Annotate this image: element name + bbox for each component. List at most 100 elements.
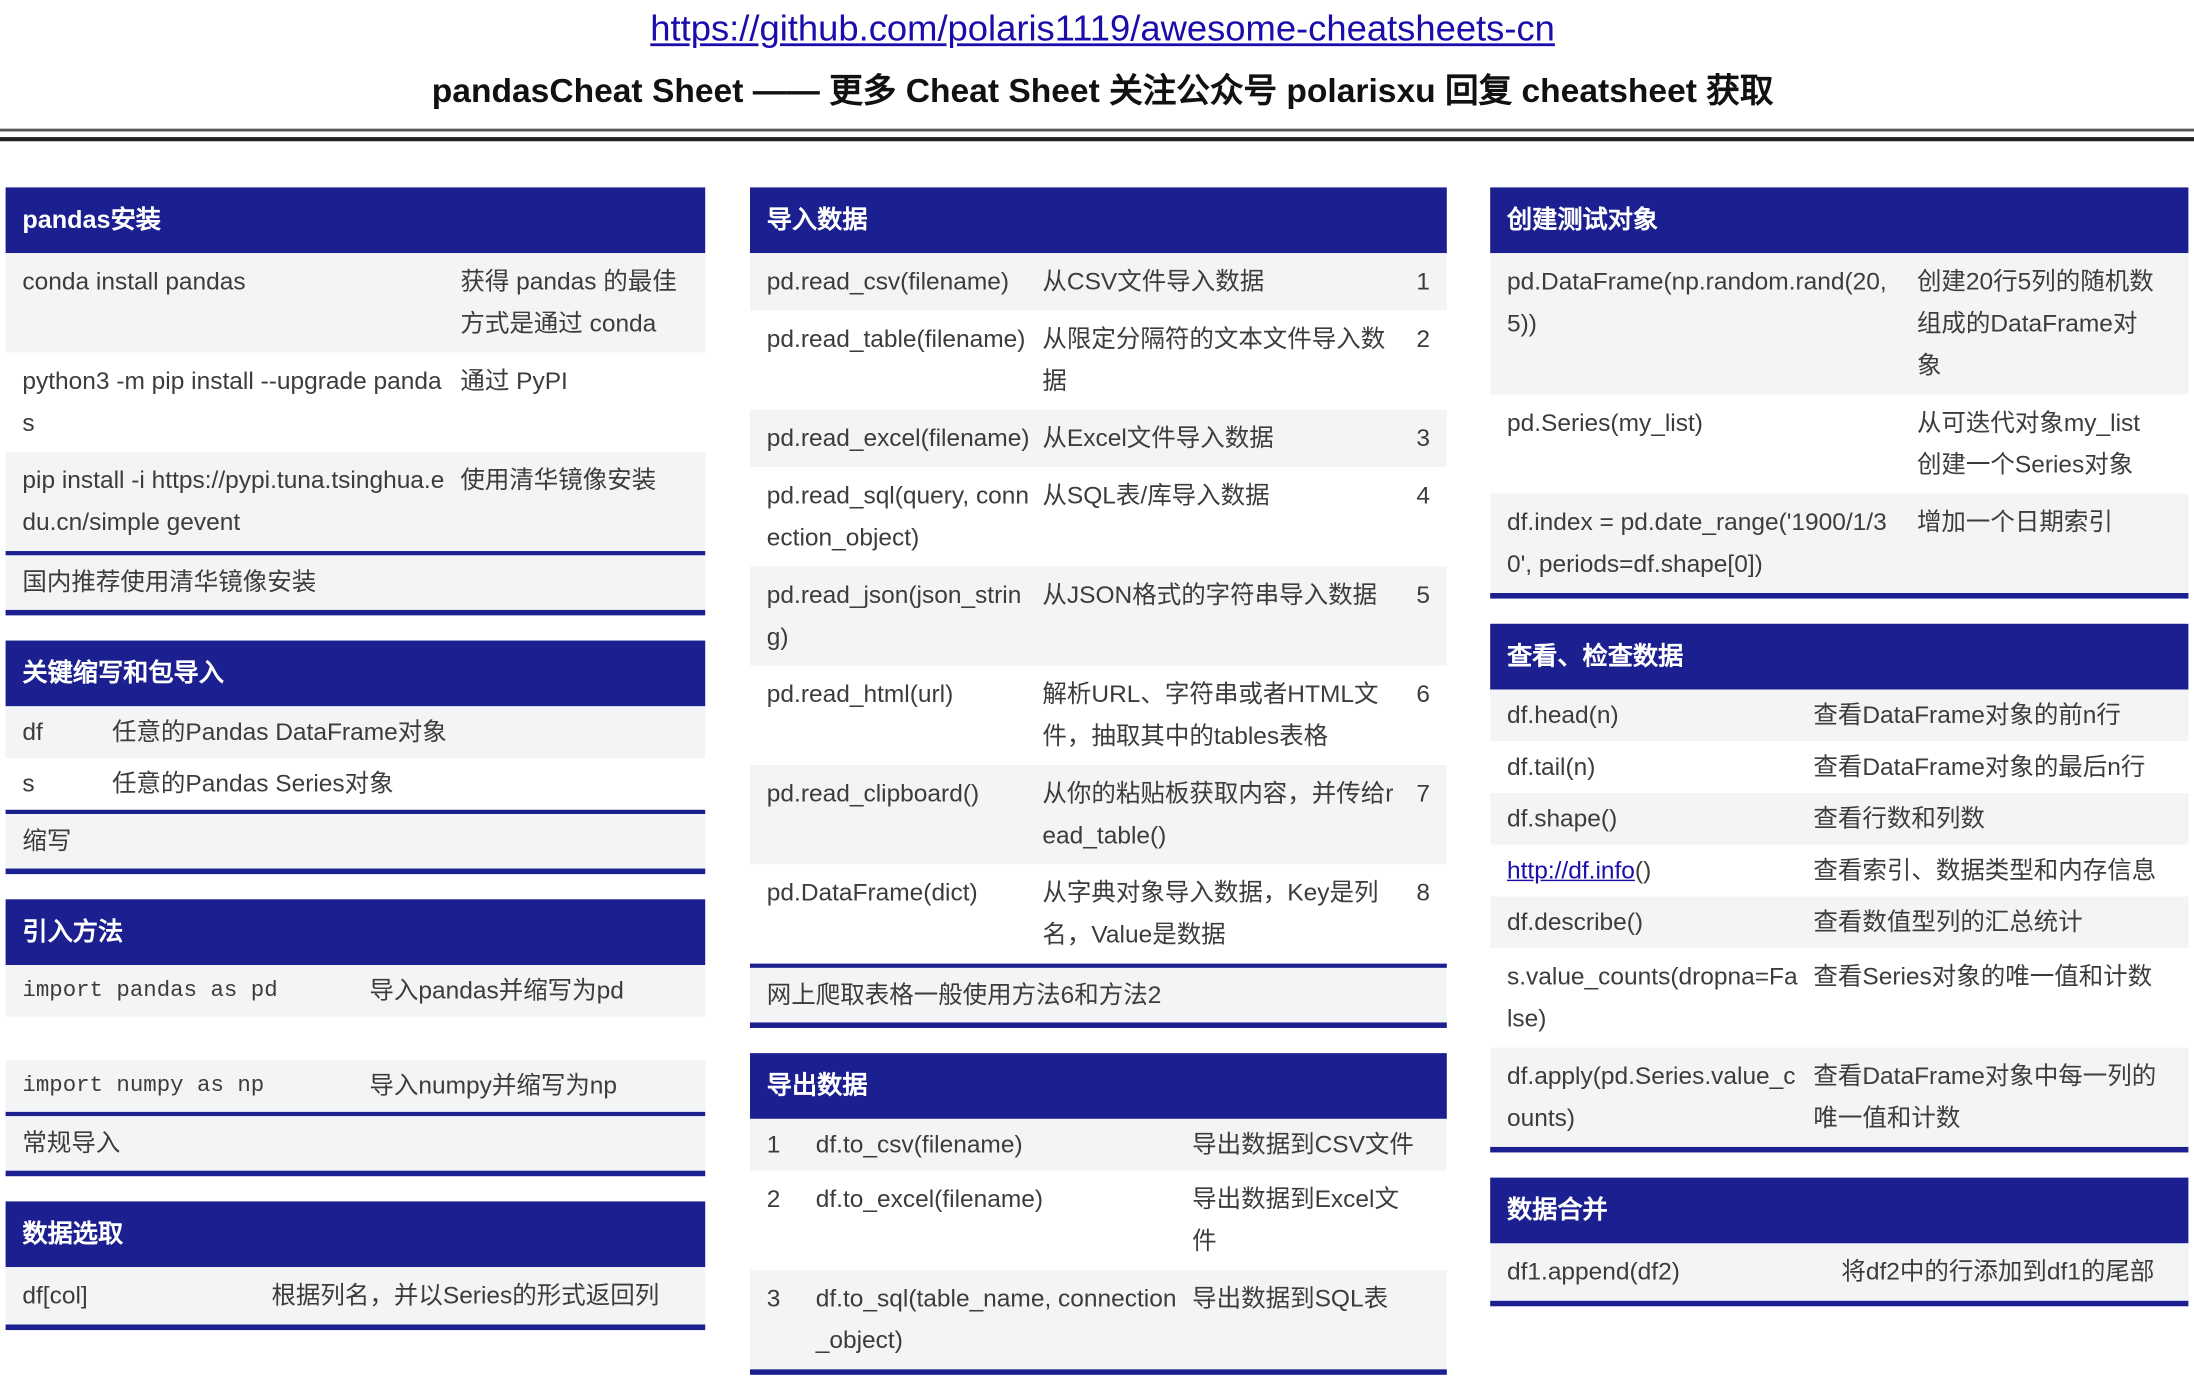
table-row: python3 -m pip install --upgrade pandas … xyxy=(5,352,706,452)
desc-cell: 从CSV文件导入数据 xyxy=(1042,267,1265,296)
table-row: df.shape() 查看行数和列数 xyxy=(1490,793,2189,845)
column-left: pandas安装 conda install pandas 获得 pandas … xyxy=(5,187,706,1355)
section-footer: 常规导入 xyxy=(5,1111,706,1171)
desc-cell: 查看DataFrame对象中每一列的唯一值和计数 xyxy=(1813,1061,2157,1132)
table-row: pd.read_excel(filename) 从Excel文件导入数据 3 xyxy=(749,409,1447,468)
section-footer: 网上爬取表格一般使用方法6和方法2 xyxy=(749,963,1447,1023)
desc-cell: 从可迭代对象my_list创建一个Series对象 xyxy=(1916,408,2141,479)
section-import-data: 导入数据 pd.read_csv(filename) 从CSV文件导入数据 1 … xyxy=(749,187,1447,1028)
table-row: 1 df.to_csv(filename) 导出数据到CSV文件 xyxy=(749,1118,1447,1171)
section-title: 创建测试对象 xyxy=(1490,187,2189,254)
code-cell: pd.read_html(url) xyxy=(766,679,954,708)
desc-cell: 导出数据到CSV文件 xyxy=(1192,1130,1414,1159)
table-row: pd.read_csv(filename) 从CSV文件导入数据 1 xyxy=(749,253,1447,311)
row-number: 6 xyxy=(1416,679,1431,708)
column-middle: 导入数据 pd.read_csv(filename) 从CSV文件导入数据 1 … xyxy=(749,187,1447,1386)
code-cell: pd.read_clipboard() xyxy=(766,779,980,807)
desc-cell: 查看DataFrame对象的前n行 xyxy=(1813,700,2121,729)
row-number: 2 xyxy=(1416,324,1431,353)
code-cell: import numpy as np xyxy=(22,1072,265,1098)
table-row: pd.DataFrame(dict) 从字典对象导入数据，Key是列名，Valu… xyxy=(749,864,1447,964)
section-title: 引入方法 xyxy=(5,899,706,966)
row-number: 2 xyxy=(766,1184,781,1213)
header-divider xyxy=(0,128,2194,142)
code-cell: import pandas as pd xyxy=(22,977,278,1003)
section-abbrev: 关键缩写和包导入 df 任意的Pandas DataFrame对象 s 任意的P… xyxy=(5,640,706,875)
code-cell: s.value_counts(dropna=False) xyxy=(1506,962,1798,1033)
table-row: 2 df.to_excel(filename) 导出数据到Excel文件 xyxy=(749,1170,1447,1270)
code-cell: df.head(n) xyxy=(1506,700,1619,729)
desc-cell: 导入pandas并缩写为pd xyxy=(369,976,624,1005)
table-row: pd.read_sql(query, connection_object) 从S… xyxy=(749,467,1447,567)
row-number: 3 xyxy=(1416,423,1431,452)
table-row: pd.DataFrame(np.random.rand(20,5)) 创建20行… xyxy=(1490,253,2189,395)
code-cell: df1.append(df2) xyxy=(1506,1257,1680,1286)
code-cell: s xyxy=(22,769,35,798)
table-row: df 任意的Pandas DataFrame对象 xyxy=(5,706,706,759)
code-cell: df.to_sql(table_name, connection_object) xyxy=(815,1283,1177,1354)
table-row: pd.Series(my_list) 从可迭代对象my_list创建一个Seri… xyxy=(1490,394,2189,494)
desc-cell: 查看索引、数据类型和内存信息 xyxy=(1813,855,2157,884)
row-number: 8 xyxy=(1416,878,1431,907)
table-row: s.value_counts(dropna=False) 查看Series对象的… xyxy=(1490,948,2189,1048)
desc-cell: 从限定分隔符的文本文件导入数据 xyxy=(1042,324,1386,395)
table-row: import pandas as pd 导入pandas并缩写为pd xyxy=(5,965,706,1017)
desc-cell: 使用清华镜像安装 xyxy=(460,465,657,494)
desc-cell: 增加一个日期索引 xyxy=(1916,507,2113,536)
code-cell: python3 -m pip install --upgrade pandas xyxy=(22,366,442,437)
column-right: 创建测试对象 pd.DataFrame(np.random.rand(20,5)… xyxy=(1490,187,2189,1331)
section-create: 创建测试对象 pd.DataFrame(np.random.rand(20,5)… xyxy=(1490,187,2189,599)
desc-cell: 任意的Pandas Series对象 xyxy=(111,769,394,798)
section-install: pandas安装 conda install pandas 获得 pandas … xyxy=(5,187,706,616)
section-footer: 国内推荐使用清华镜像安装 xyxy=(5,551,706,610)
row-number: 1 xyxy=(1416,267,1431,296)
table-row: pd.read_clipboard() 从你的粘贴板获取内容，并传给read_t… xyxy=(749,765,1447,865)
table-row: import numpy as np 导入numpy并缩写为np xyxy=(5,1060,706,1112)
desc-cell: 从你的粘贴板获取内容，并传给read_table() xyxy=(1042,779,1394,849)
desc-cell: 获得 pandas 的最佳方式是通过 conda xyxy=(460,267,677,338)
row-number: 1 xyxy=(766,1130,781,1159)
code-cell: df xyxy=(22,717,43,746)
code-cell: pd.read_csv(filename) xyxy=(766,267,1010,296)
table-row: http://df.info() 查看索引、数据类型和内存信息 xyxy=(1490,844,2189,897)
table-row: s 任意的Pandas Series对象 xyxy=(5,758,706,810)
desc-cell: 将df2中的行添加到df1的尾部 xyxy=(1841,1257,2155,1286)
table-row: 3 df.to_sql(table_name, connection_objec… xyxy=(749,1269,1447,1370)
code-cell: df.tail(n) xyxy=(1506,752,1596,781)
code-cell: conda install pandas xyxy=(22,267,246,296)
section-merge: 数据合并 df1.append(df2) 将df2中的行添加到df1的尾部 xyxy=(1490,1177,2189,1307)
code-cell: df[col] xyxy=(22,1281,88,1310)
row-number: 4 xyxy=(1416,481,1431,510)
desc-cell: 查看行数和列数 xyxy=(1813,804,1985,833)
code-cell: df.describe() xyxy=(1506,907,1644,936)
table-row: df.tail(n) 查看DataFrame对象的最后n行 xyxy=(1490,741,2189,794)
repo-link[interactable]: https://github.com/polaris1119/awesome-c… xyxy=(0,6,2194,51)
code-cell: pd.read_table(filename) xyxy=(766,324,1026,353)
code-cell: df.index = pd.date_range('1900/1/30', pe… xyxy=(1506,507,1887,578)
section-export-data: 导出数据 1 df.to_csv(filename) 导出数据到CSV文件 2 … xyxy=(749,1053,1447,1375)
table-row: pd.read_html(url) 解析URL、字符串或者HTML文件，抽取其中… xyxy=(749,665,1447,766)
code-suffix: () xyxy=(1634,855,1652,884)
section-inspect: 查看、检查数据 df.head(n) 查看DataFrame对象的前n行 df.… xyxy=(1490,623,2189,1153)
desc-cell: 导出数据到SQL表 xyxy=(1192,1283,1389,1312)
code-cell: df.to_csv(filename) xyxy=(815,1130,1023,1159)
info-link[interactable]: http://df.info xyxy=(1507,856,1635,884)
section-title: 导出数据 xyxy=(749,1053,1447,1119)
code-cell: pd.read_json(json_string) xyxy=(766,580,1022,651)
desc-cell: 创建20行5列的随机数组成的DataFrame对象 xyxy=(1916,267,2154,380)
row-number: 5 xyxy=(1416,580,1431,609)
desc-cell: 查看数值型列的汇总统计 xyxy=(1813,907,2083,936)
section-title: 查看、检查数据 xyxy=(1490,623,2189,690)
desc-cell: 导入numpy并缩写为np xyxy=(369,1071,618,1100)
section-title: 数据选取 xyxy=(5,1201,706,1268)
row-number: 7 xyxy=(1416,779,1431,807)
code-cell: pd.read_sql(query, connection_object) xyxy=(766,481,1030,552)
desc-cell: 查看DataFrame对象的最后n行 xyxy=(1813,752,2146,781)
code-cell: pip install -i https://pypi.tuna.tsinghu… xyxy=(22,465,445,536)
table-row: pd.read_table(filename) 从限定分隔符的文本文件导入数据 … xyxy=(749,310,1447,410)
table-row: pd.read_json(json_string) 从JSON格式的字符串导入数… xyxy=(749,566,1447,666)
section-title: pandas安装 xyxy=(5,187,706,254)
desc-cell: 通过 PyPI xyxy=(460,366,568,395)
table-row: df[col] 根据列名，并以Series的形式返回列 xyxy=(5,1267,706,1325)
section-title: 数据合并 xyxy=(1490,1177,2189,1244)
